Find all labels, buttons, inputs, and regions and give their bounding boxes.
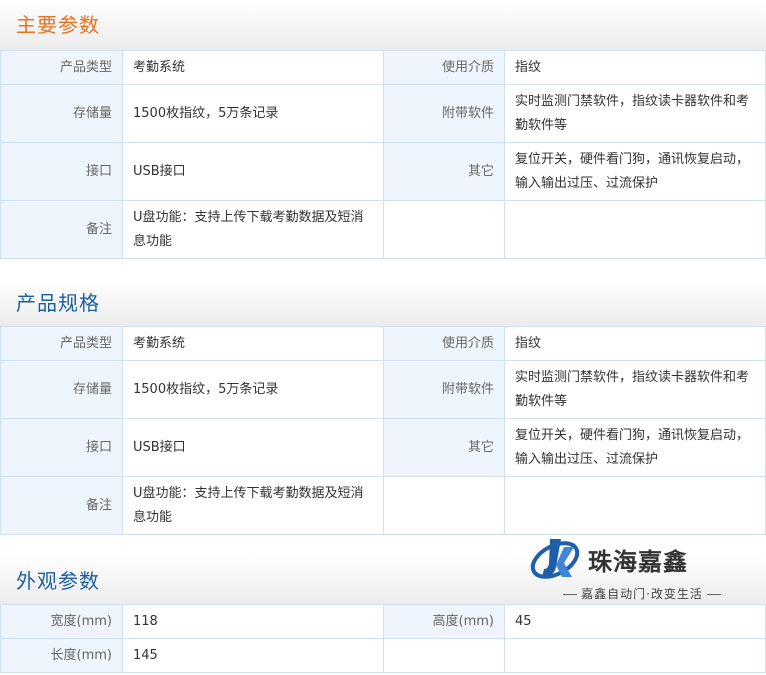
value-cell: 复位开关，硬件看门狗，通讯恢复启动，输入输出过压、过流保护 [504, 418, 766, 477]
company-name: 珠海嘉鑫 [588, 548, 688, 576]
label-cell: 附带软件 [383, 360, 505, 419]
value-cell: 实时监测门禁软件，指纹读卡器软件和考勤软件等 [504, 84, 766, 143]
appearance-table: 宽度(mm) 118 高度(mm) 45 长度(mm) 145 [0, 604, 766, 673]
value-cell: 指纹 [504, 50, 766, 85]
empty-cell [383, 638, 505, 673]
label-cell: 存储量 [0, 360, 123, 419]
product-spec-table: 产品类型 考勤系统 使用介质 指纹 存储量 1500枚指纹，5万条记录 附带软件… [0, 326, 766, 535]
value-cell: USB接口 [122, 142, 384, 201]
label-cell: 宽度(mm) [0, 604, 123, 639]
value-cell: 118 [122, 604, 384, 639]
table-row: 存储量 1500枚指纹，5万条记录 附带软件 实时监测门禁软件，指纹读卡器软件和… [0, 360, 766, 419]
label-cell: 接口 [0, 142, 123, 201]
company-watermark: 珠海嘉鑫 嘉鑫自动门·改变生活 [528, 533, 738, 605]
empty-cell [504, 638, 766, 673]
label-cell: 备注 [0, 476, 123, 535]
label-cell: 接口 [0, 418, 123, 477]
table-row: 产品类型 考勤系统 使用介质 指纹 [0, 326, 766, 361]
empty-cell [383, 476, 505, 535]
value-cell: 45 [504, 604, 766, 639]
table-row: 接口 USB接口 其它 复位开关，硬件看门狗，通讯恢复启动，输入输出过压、过流保… [0, 418, 766, 477]
section-title: 产品规格 [16, 291, 100, 315]
table-row: 备注 U盘功能：支持上传下载考勤数据及短消息功能 [0, 200, 766, 259]
table-row: 接口 USB接口 其它 复位开关，硬件看门狗，通讯恢复启动，输入输出过压、过流保… [0, 142, 766, 201]
table-row: 备注 U盘功能：支持上传下载考勤数据及短消息功能 [0, 476, 766, 535]
value-cell: 1500枚指纹，5万条记录 [122, 84, 384, 143]
empty-cell [383, 200, 505, 259]
label-cell: 产品类型 [0, 50, 123, 85]
value-cell: 实时监测门禁软件，指纹读卡器软件和考勤软件等 [504, 360, 766, 419]
section-title: 外观参数 [16, 569, 100, 593]
section-header-main-params: 主要参数 [0, 0, 766, 50]
table-row: 长度(mm) 145 [0, 638, 766, 673]
value-cell: 145 [122, 638, 384, 673]
value-cell: U盘功能：支持上传下载考勤数据及短消息功能 [122, 200, 384, 259]
section-header-product-spec: 产品规格 [0, 279, 766, 326]
table-row: 宽度(mm) 118 高度(mm) 45 [0, 604, 766, 639]
label-cell: 其它 [383, 142, 505, 201]
label-cell: 其它 [383, 418, 505, 477]
label-cell: 使用介质 [383, 326, 505, 361]
empty-cell [504, 476, 766, 535]
value-cell: U盘功能：支持上传下载考勤数据及短消息功能 [122, 476, 384, 535]
label-cell: 附带软件 [383, 84, 505, 143]
table-row: 产品类型 考勤系统 使用介质 指纹 [0, 50, 766, 85]
value-cell: 指纹 [504, 326, 766, 361]
label-cell: 备注 [0, 200, 123, 259]
value-cell: USB接口 [122, 418, 384, 477]
product-type-link[interactable]: 考勤系统 [122, 326, 384, 361]
value-cell: 考勤系统 [122, 50, 384, 85]
label-cell: 高度(mm) [383, 604, 505, 639]
company-slogan: 嘉鑫自动门·改变生活 [552, 585, 732, 602]
main-params-table: 产品类型 考勤系统 使用介质 指纹 存储量 1500枚指纹，5万条记录 附带软件… [0, 50, 766, 259]
table-row: 存储量 1500枚指纹，5万条记录 附带软件 实时监测门禁软件，指纹读卡器软件和… [0, 84, 766, 143]
label-cell: 产品类型 [0, 326, 123, 361]
label-cell: 使用介质 [383, 50, 505, 85]
company-logo-icon [530, 539, 580, 579]
value-cell: 复位开关，硬件看门狗，通讯恢复启动，输入输出过压、过流保护 [504, 142, 766, 201]
label-cell: 存储量 [0, 84, 123, 143]
section-title: 主要参数 [16, 13, 100, 37]
value-cell: 1500枚指纹，5万条记录 [122, 360, 384, 419]
empty-cell [504, 200, 766, 259]
label-cell: 长度(mm) [0, 638, 123, 673]
